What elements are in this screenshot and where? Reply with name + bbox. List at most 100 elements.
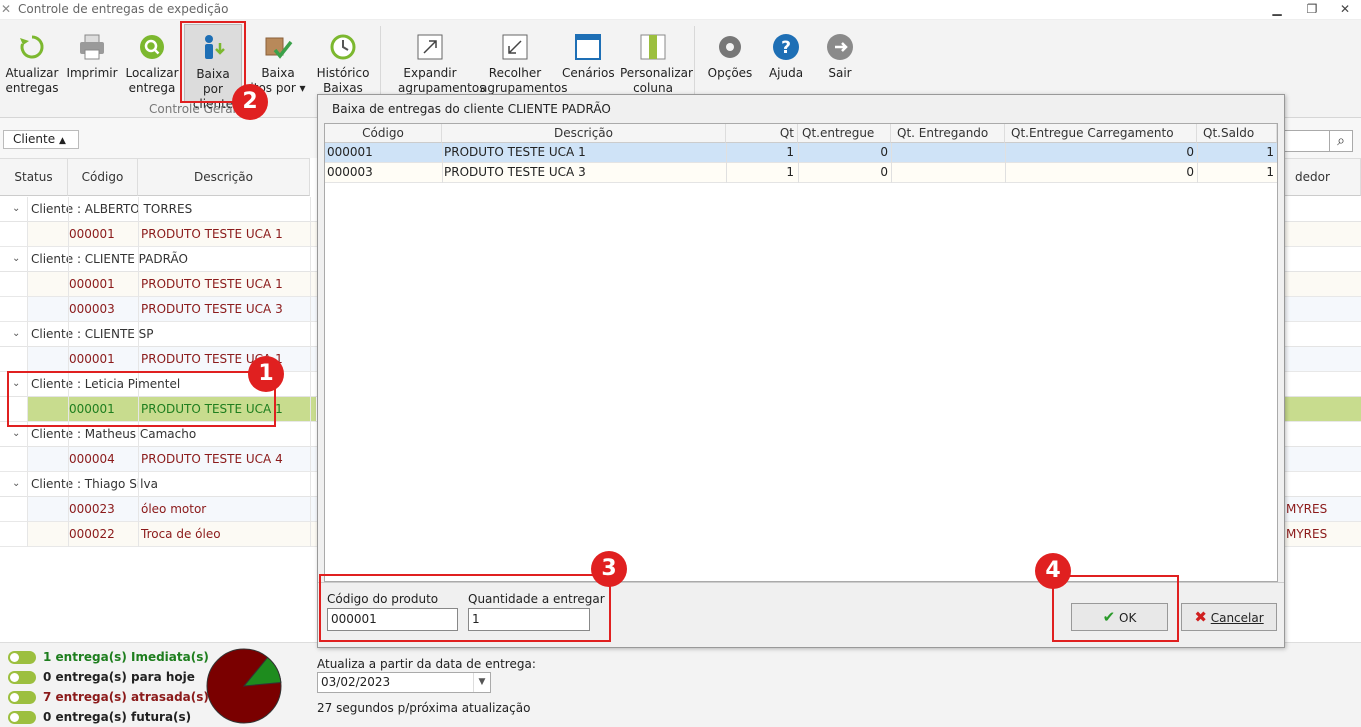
dcell-qt-entregue: 0 (880, 165, 888, 179)
opcoes-button[interactable]: Opções (704, 24, 756, 104)
exit-icon (827, 34, 853, 60)
annotation-box-1 (7, 371, 276, 427)
cell-codigo: 000004 (69, 452, 115, 466)
col-descricao[interactable]: Descrição (138, 158, 310, 196)
annotation-badge-4: 4 (1035, 553, 1071, 589)
columns-icon (640, 34, 666, 60)
col-codigo[interactable]: Código (68, 158, 138, 196)
dcol-qt-entregando[interactable]: Qt. Entregando (891, 124, 1005, 143)
legend-text: 0 entrega(s) para hoje (43, 670, 195, 684)
localizar-entrega-button[interactable]: Localizar entrega (124, 24, 180, 104)
cell-descricao: óleo motor (141, 502, 207, 516)
dialog-table-row[interactable]: 000001 PRODUTO TESTE UCA 1 1 0 0 1 (325, 143, 1277, 163)
dcol-qt[interactable]: Qt (726, 124, 798, 143)
toggle-hoje[interactable] (8, 671, 36, 684)
x-icon: ✖ (1194, 608, 1207, 626)
ribbon-label: Localizar (125, 66, 179, 80)
dialog-column-line (1005, 143, 1006, 183)
ribbon-label: entregas (5, 81, 59, 95)
dcol-codigo[interactable]: Código (325, 124, 442, 143)
search-input[interactable] (1284, 130, 1330, 152)
toggle-imediatas[interactable] (8, 651, 36, 664)
ribbon-label: Imprimir (66, 66, 118, 80)
ribbon-label: Sair (828, 66, 852, 80)
chevron-down-icon[interactable]: ⌄ (12, 197, 20, 221)
expand-icon (417, 34, 443, 60)
annotation-badge-3: 3 (591, 551, 627, 587)
restore-button[interactable]: ❐ (1297, 1, 1327, 18)
cell-descricao: PRODUTO TESTE UCA 1 (141, 227, 283, 241)
ribbon-label: Baixa (261, 66, 295, 80)
cenarios-button[interactable]: Cenários (562, 24, 615, 104)
sort-up-icon: ▲ (58, 136, 66, 146)
grid-column-line (310, 197, 311, 547)
date-picker[interactable]: 03/02/2023 ▼ (317, 672, 491, 693)
dialog-column-line (798, 143, 799, 183)
atualizar-entregas-button[interactable]: Atualizar entregas (4, 24, 60, 104)
personalizar-coluna-button[interactable]: Personalizar coluna (620, 24, 693, 104)
cancel-label: Cancelar (1210, 611, 1264, 625)
dialog-table-row[interactable]: 000003 PRODUTO TESTE UCA 3 1 0 0 1 (325, 163, 1277, 183)
search-button[interactable]: ⌕ (1329, 130, 1353, 152)
dcol-qt-entregue[interactable]: Qt.entregue (798, 124, 891, 143)
svg-text:?: ? (781, 38, 791, 58)
cell-descricao: PRODUTO TESTE UCA 4 (141, 452, 283, 466)
dcol-qt-saldo[interactable]: Qt.Saldo (1197, 124, 1277, 143)
ribbon-label: Personalizar (620, 66, 693, 80)
ajuda-button[interactable]: ? Ajuda (762, 24, 810, 104)
baixa-dialog: Baixa de entregas do cliente CLIENTE PAD… (317, 94, 1285, 648)
dcell-qt-entregue-carregamento: 0 (1186, 165, 1194, 179)
ribbon-label: Opções (707, 66, 753, 80)
imprimir-button[interactable]: Imprimir (64, 24, 120, 104)
cell-descricao: PRODUTO TESTE UCA 3 (141, 302, 283, 316)
sair-button[interactable]: Sair (818, 24, 862, 104)
col-vendedor[interactable]: dedor (1285, 158, 1361, 196)
legend-text: 7 entrega(s) atrasada(s) (43, 690, 209, 704)
date-value: 03/02/2023 (321, 675, 391, 689)
toggle-futuras[interactable] (8, 711, 36, 724)
recolher-agrupamentos-button[interactable]: Recolher agrupamentos (480, 24, 567, 104)
group-chip-cliente[interactable]: Cliente ▲ (3, 130, 79, 149)
gear-icon (719, 36, 741, 58)
dcell-codigo: 000003 (327, 165, 373, 179)
dropdown-arrow-icon[interactable]: ▼ (473, 673, 490, 692)
ribbon-label: Cenários (562, 66, 615, 80)
ribbon-label: Ajuda (768, 66, 804, 80)
historico-baixas-button[interactable]: Histórico Baixas (314, 24, 372, 104)
refresh-icon (20, 35, 44, 59)
minimize-button[interactable]: ▁ (1262, 1, 1292, 18)
help-icon: ? (773, 34, 799, 60)
chevron-down-icon[interactable]: ⌄ (12, 472, 20, 496)
cell-codigo: 000023 (69, 502, 115, 516)
window-title: Controle de entregas de expedição (18, 2, 229, 16)
cell-codigo: 000001 (69, 352, 115, 366)
legend-imediatas: 1 entrega(s) Imediata(s) (8, 649, 209, 665)
close-window-button[interactable]: ✕ (1330, 1, 1360, 18)
ribbon-label: Histórico (316, 66, 370, 80)
annotation-badge-1: 1 (248, 356, 284, 392)
cell-descricao: Troca de óleo (141, 527, 221, 541)
status-pie-chart (206, 648, 282, 724)
dcol-descricao[interactable]: Descrição (442, 124, 726, 143)
cell-vendedor: MYRES (1286, 527, 1328, 541)
app-icon: ✕ (1, 2, 12, 16)
dcol-qt-entregue-carregamento[interactable]: Qt.Entregue Carregamento (1005, 124, 1197, 143)
chevron-down-icon[interactable]: ⌄ (12, 322, 20, 346)
row-background-right (1285, 397, 1361, 421)
dcell-qt-saldo: 1 (1266, 145, 1274, 159)
expandir-agrupamentos-button[interactable]: Expandir agrupamentos (398, 24, 485, 104)
dcell-qt-saldo: 1 (1266, 165, 1274, 179)
ribbon-label: Recolher (488, 66, 542, 80)
dcell-qt: 1 (786, 165, 794, 179)
ribbon-group-label: Controle Geral (149, 102, 236, 116)
dcell-descricao: PRODUTO TESTE UCA 3 (444, 165, 586, 179)
chevron-down-icon[interactable]: ⌄ (12, 247, 20, 271)
dialog-column-line (726, 143, 727, 183)
col-status[interactable]: Status (0, 158, 68, 196)
dcell-qt-entregue: 0 (880, 145, 888, 159)
search-icon (140, 35, 164, 59)
cancel-button[interactable]: ✖ Cancelar (1181, 603, 1277, 631)
dcell-qt-entregue-carregamento: 0 (1186, 145, 1194, 159)
dcell-qt: 1 (786, 145, 794, 159)
toggle-atrasadas[interactable] (8, 691, 36, 704)
